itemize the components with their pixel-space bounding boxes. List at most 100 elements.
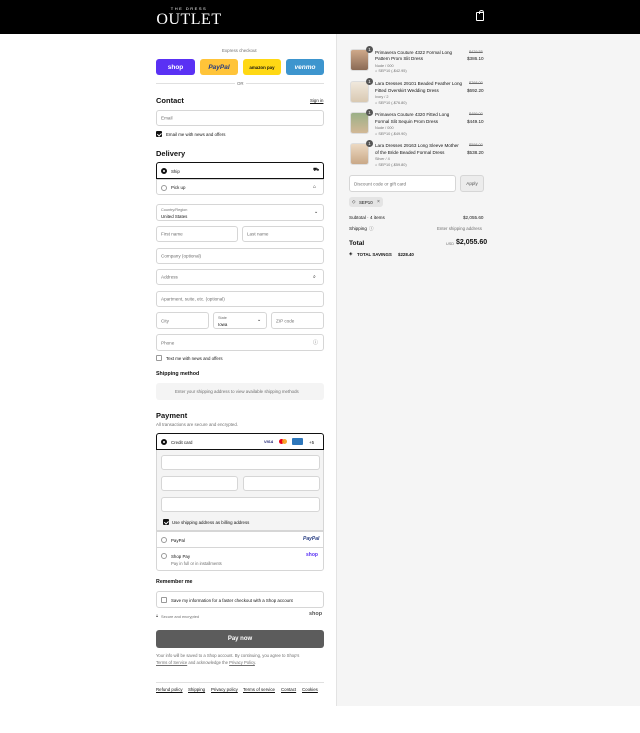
- last-name-field[interactable]: Last name: [242, 226, 324, 242]
- zip-field[interactable]: ZIP code: [271, 312, 324, 329]
- address-placeholder: Address: [161, 274, 178, 280]
- company-field[interactable]: Company (optional): [156, 248, 324, 264]
- city-field[interactable]: City: [156, 312, 209, 329]
- state-label: State: [218, 316, 227, 320]
- secure-encrypted-label: Secure and encrypted: [161, 613, 200, 619]
- item-discount: ⌂ SEP10 (-$59.80): [375, 163, 407, 167]
- state-select[interactable]: State Iowa ⌄: [213, 312, 267, 329]
- express-checkout-title: Express checkout: [222, 48, 257, 53]
- venmo-button[interactable]: venmo: [286, 59, 324, 75]
- item-discount-text: SEP10 (-$59.80): [378, 162, 407, 167]
- total-label: Total: [349, 240, 365, 247]
- billing-same-label: Use shipping address as billing address: [172, 519, 250, 525]
- phone-field[interactable]: Phone ⓘ: [156, 334, 324, 351]
- card-name-field[interactable]: [161, 497, 320, 512]
- footer-contact-link[interactable]: Contact: [281, 687, 296, 692]
- remember-me-option[interactable]: Save my information for a faster checkou…: [156, 591, 324, 608]
- country-select[interactable]: Country/Region United States ⌄: [156, 204, 324, 221]
- shopping-bag-icon[interactable]: [476, 9, 484, 21]
- shipping-method-heading: Shipping method: [156, 371, 200, 377]
- chevron-down-icon: ⌄: [314, 209, 319, 215]
- paypal-radio[interactable]: [161, 537, 167, 543]
- tag-icon: ◈: [349, 251, 353, 256]
- credit-card-label: Credit card: [171, 439, 193, 445]
- privacy-link[interactable]: Privacy Policy: [229, 660, 255, 665]
- footer-refund-link[interactable]: Refund policy: [156, 687, 183, 692]
- first-name-field[interactable]: First name: [156, 226, 238, 242]
- chevron-down-icon: ⌄: [257, 317, 262, 323]
- card-cvv-field[interactable]: [243, 476, 320, 491]
- footer-shipping-link[interactable]: Shipping: [188, 687, 205, 692]
- country-label: Country/Region: [161, 208, 188, 212]
- logo-big-text: OUTLET: [156, 11, 222, 28]
- paypal-button[interactable]: PayPal: [200, 59, 238, 75]
- item-discount-text: SEP10 (-$76.80): [378, 100, 407, 105]
- help-icon[interactable]: ⓘ: [313, 339, 318, 346]
- header-bar: THE DRESS OUTLET: [0, 0, 640, 34]
- delivery-heading: Delivery: [156, 149, 186, 158]
- shipping-label: Shipping: [349, 226, 367, 231]
- footer-privacy-link[interactable]: Privacy policy: [211, 687, 238, 692]
- terms-link[interactable]: Terms of Service: [156, 660, 187, 665]
- credit-card-radio[interactable]: [161, 439, 167, 445]
- text-news-checkbox[interactable]: [156, 355, 162, 361]
- applied-code-tag: ◇ SEP10 ×: [349, 197, 383, 207]
- address-field[interactable]: Address ⌕: [156, 269, 324, 285]
- ship-option[interactable]: Ship ⛟: [156, 162, 324, 179]
- help-icon[interactable]: ⓘ: [369, 226, 374, 232]
- tag-icon: ◇: [352, 199, 356, 204]
- shop-pay-logo: shop: [306, 552, 318, 558]
- remove-code-icon[interactable]: ×: [377, 199, 380, 205]
- tag-icon: ⌂: [375, 131, 378, 136]
- pickup-radio[interactable]: [161, 184, 167, 191]
- pay-now-button[interactable]: Pay now: [156, 630, 324, 648]
- item-old-price: $598.00: [469, 143, 483, 147]
- tag-icon: ⌂: [375, 162, 378, 167]
- email-placeholder: Email: [161, 115, 173, 121]
- ship-radio[interactable]: [161, 168, 167, 174]
- item-name-line2: of the Bride Beaded Formal Dress: [375, 149, 445, 155]
- company-placeholder: Company (optional): [161, 253, 202, 259]
- email-field[interactable]: Email: [156, 110, 324, 126]
- item-price: $449.10: [467, 118, 484, 124]
- legal-text-end: .: [254, 659, 257, 665]
- subtotal-label: Subtotal · 4 items: [349, 215, 385, 220]
- payment-secure-note: All transactions are secure and encrypte…: [156, 422, 239, 427]
- sign-in-link[interactable]: Sign in: [310, 98, 323, 103]
- billing-same-checkbox[interactable]: [163, 519, 169, 525]
- item-name-line1: Primavera Couture 4322 Formal Long: [375, 50, 453, 55]
- item-variant: Nude / 000: [375, 63, 394, 68]
- total-savings-value: $228.40: [398, 251, 414, 257]
- remember-me-checkbox[interactable]: [161, 597, 167, 603]
- item-discount-text: SEP10 (-$42.95): [378, 69, 407, 73]
- card-expiry-field[interactable]: [161, 476, 238, 491]
- apply-button[interactable]: Apply: [460, 175, 484, 192]
- card-form-panel: Use shipping address as billing address: [156, 450, 324, 531]
- item-price: $386.10: [467, 56, 484, 61]
- paypal-option[interactable]: PayPal PayPal: [156, 531, 324, 548]
- footer-terms-link[interactable]: Terms of service: [243, 687, 275, 692]
- credit-card-option[interactable]: Credit card VISA +5: [156, 433, 324, 450]
- legal-text-line1: Your info will be saved to a Shop accoun…: [156, 653, 300, 658]
- product-thumbnail: [350, 49, 369, 71]
- mastercard-icon: [279, 439, 287, 445]
- shop-pay-button[interactable]: shop: [156, 59, 195, 75]
- discount-code-field[interactable]: Discount code or gift card: [349, 175, 456, 192]
- footer-cookies-link[interactable]: Cookies: [302, 687, 318, 692]
- paypal-option-label: PayPal: [171, 537, 185, 543]
- card-number-field[interactable]: [161, 455, 320, 470]
- item-discount: ⌂ SEP10 (-$49.90): [375, 132, 407, 136]
- shop-pay-radio[interactable]: [161, 553, 167, 559]
- amazon-pay-button[interactable]: amazon pay: [243, 59, 281, 75]
- item-name-line1: Primavera Couture 4320 Fitted Long: [375, 112, 450, 117]
- apartment-field[interactable]: Apartment, suite, etc. (optional): [156, 291, 324, 307]
- store-logo[interactable]: THE DRESS OUTLET: [156, 6, 222, 28]
- search-icon: ⌕: [313, 273, 316, 280]
- pickup-option[interactable]: Pick up ⌂: [156, 179, 324, 195]
- item-discount: ⌂ SEP10 (-$76.80): [375, 101, 407, 105]
- shop-pay-option[interactable]: Shop Pay Pay in full or in installments …: [156, 547, 324, 571]
- email-news-checkbox[interactable]: [156, 131, 162, 137]
- item-name-line2: Fitted Overskirt Wedding Dress: [375, 87, 439, 93]
- store-icon: ⌂: [313, 183, 317, 190]
- payment-heading: Payment: [156, 411, 188, 420]
